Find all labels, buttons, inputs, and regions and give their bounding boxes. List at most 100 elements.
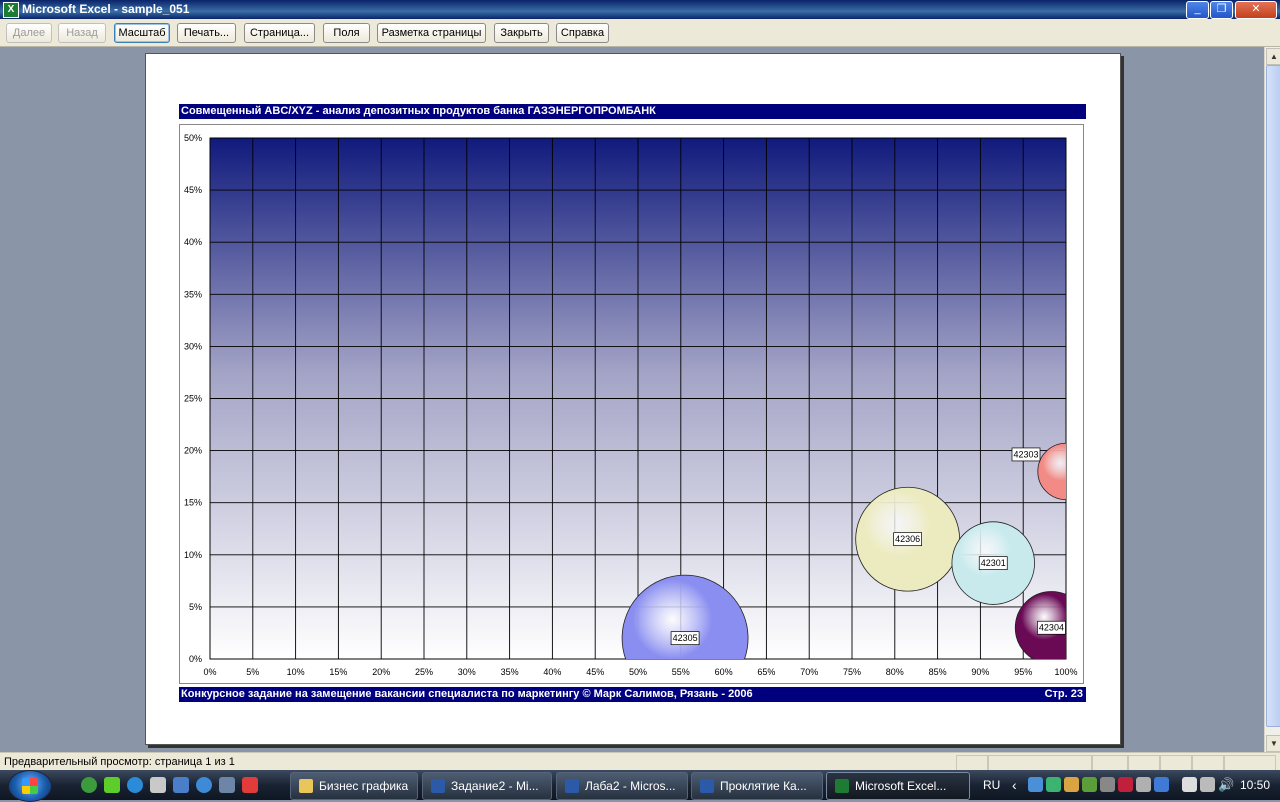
x-tick-label: 20%	[372, 667, 390, 677]
x-tick-label: 30%	[458, 667, 476, 677]
y-axis: 0% 5% 10% 15% 20% 25% 30% 35% 40% 45% 50%	[184, 133, 202, 664]
x-tick-label: 15%	[329, 667, 347, 677]
preview-toolbar: Далее Назад Масштаб Печать... Страница..…	[0, 19, 1280, 47]
tray-icon[interactable]	[1118, 777, 1133, 792]
bubble-chart: 0% 5% 10% 15% 20% 25% 30% 35% 40% 45% 50% 55% 60% 65%…	[179, 124, 1084, 684]
y-tick-label: 30%	[184, 341, 202, 351]
x-tick-label: 40%	[543, 667, 561, 677]
start-button[interactable]	[8, 770, 52, 802]
volume-icon[interactable]: 🔊	[1218, 770, 1234, 800]
scroll-down-icon[interactable]: ▼	[1266, 735, 1280, 752]
data-label: 42304	[1039, 623, 1064, 633]
x-tick-label: 25%	[415, 667, 433, 677]
data-label: 42303	[1013, 449, 1038, 459]
reader-icon[interactable]	[242, 777, 258, 793]
excel-icon	[835, 778, 849, 793]
restore-button[interactable]: ❐	[1210, 1, 1233, 19]
taskbar: Бизнес графика Задание2 - Mi... Лаба2 - …	[0, 770, 1280, 802]
word-icon	[431, 778, 445, 793]
margins-button[interactable]: Поля	[323, 23, 370, 43]
tray-icon[interactable]	[1046, 777, 1061, 792]
x-tick-label: 35%	[501, 667, 519, 677]
printed-page: Совмещенный ABC/XYZ - анализ депозитных …	[145, 53, 1121, 745]
x-tick-label: 100%	[1054, 667, 1077, 677]
scroll-thumb[interactable]	[1266, 65, 1280, 727]
page-header: Совмещенный ABC/XYZ - анализ депозитных …	[179, 104, 1086, 119]
back-button[interactable]: Назад	[58, 23, 106, 43]
status-cell	[1092, 755, 1128, 771]
x-tick-label: 70%	[800, 667, 818, 677]
data-label: 42305	[673, 633, 698, 643]
page-setup-button[interactable]: Страница...	[244, 23, 315, 43]
title-bar: X Microsoft Excel - sample_051 _ ❐ ✕	[0, 0, 1280, 19]
print-button[interactable]: Печать...	[177, 23, 236, 43]
minimize-button[interactable]: _	[1186, 1, 1209, 19]
tray-icon[interactable]	[1136, 777, 1151, 792]
taskbar-item[interactable]: Microsoft Excel...	[826, 772, 970, 800]
status-cell	[1224, 755, 1276, 771]
status-cell	[1192, 755, 1224, 771]
x-tick-label: 85%	[929, 667, 947, 677]
next-button[interactable]: Далее	[6, 23, 52, 43]
y-tick-label: 40%	[184, 237, 202, 247]
close-window-button[interactable]: ✕	[1235, 1, 1277, 19]
x-tick-label: 45%	[586, 667, 604, 677]
x-tick-label: 80%	[886, 667, 904, 677]
status-bar: Предварительный просмотр: страница 1 из …	[0, 752, 1280, 771]
footer-text: Конкурсное задание на замещение вакансии…	[181, 688, 753, 700]
excel-icon: X	[3, 2, 19, 18]
vertical-scrollbar[interactable]: ▲ ▼	[1264, 47, 1280, 752]
y-tick-label: 45%	[184, 185, 202, 195]
close-preview-button[interactable]: Закрыть	[494, 23, 549, 43]
y-tick-label: 50%	[184, 133, 202, 143]
language-indicator[interactable]: RU	[983, 770, 1000, 800]
data-label: 42301	[981, 558, 1006, 568]
tray-expand-icon[interactable]: ‹	[1012, 770, 1017, 800]
y-tick-label: 10%	[184, 550, 202, 560]
page-break-preview-button[interactable]: Разметка страницы	[377, 23, 486, 43]
y-tick-label: 35%	[184, 289, 202, 299]
status-text: Предварительный просмотр: страница 1 из …	[4, 756, 235, 768]
scroll-up-icon[interactable]: ▲	[1266, 48, 1280, 65]
clock[interactable]: 10:50	[1240, 770, 1270, 800]
x-tick-label: 90%	[971, 667, 989, 677]
tray-icon[interactable]	[1154, 777, 1169, 792]
network-icon[interactable]	[1200, 777, 1215, 792]
status-cell	[956, 755, 988, 771]
tray-icon[interactable]	[1028, 777, 1043, 792]
taskbar-item[interactable]: Проклятие Ка...	[691, 772, 823, 800]
word-icon	[700, 778, 714, 793]
x-tick-label: 55%	[672, 667, 690, 677]
y-tick-label: 5%	[189, 602, 202, 612]
taskbar-item[interactable]: Лаба2 - Micros...	[556, 772, 688, 800]
x-tick-label: 0%	[203, 667, 216, 677]
chart-svg: 0% 5% 10% 15% 20% 25% 30% 35% 40% 45% 50% 55% 60% 65%…	[184, 133, 1078, 677]
page-number: Стр. 23	[1044, 688, 1083, 700]
browser-icon[interactable]	[81, 777, 97, 793]
tray-icon[interactable]	[1100, 777, 1115, 792]
explorer-icon[interactable]	[219, 777, 235, 793]
network-icon[interactable]	[1182, 777, 1197, 792]
help-button[interactable]: Справка	[556, 23, 609, 43]
tray-icon[interactable]	[1082, 777, 1097, 792]
taskbar-item[interactable]: Бизнес графика	[290, 772, 418, 800]
tray-icon[interactable]	[1064, 777, 1079, 792]
x-tick-label: 75%	[843, 667, 861, 677]
word-icon	[565, 778, 579, 793]
desktop-icon[interactable]	[173, 777, 189, 793]
status-cell	[988, 755, 1092, 771]
status-cell	[1128, 755, 1160, 771]
page-footer: Конкурсное задание на замещение вакансии…	[179, 687, 1086, 702]
y-tick-label: 0%	[189, 654, 202, 664]
messenger-icon[interactable]	[196, 777, 212, 793]
status-cell	[1160, 755, 1192, 771]
taskbar-item[interactable]: Задание2 - Mi...	[422, 772, 552, 800]
ie-icon[interactable]	[127, 777, 143, 793]
zoom-button[interactable]: Масштаб	[114, 23, 170, 43]
icq-icon[interactable]	[104, 777, 120, 793]
y-tick-label: 20%	[184, 446, 202, 456]
x-axis: 0% 5% 10% 15% 20% 25% 30% 35% 40% 45% 50% 55% 60% 65%…	[203, 667, 1077, 677]
y-tick-label: 25%	[184, 394, 202, 404]
windows-logo-icon	[22, 778, 38, 794]
media-icon[interactable]	[150, 777, 166, 793]
